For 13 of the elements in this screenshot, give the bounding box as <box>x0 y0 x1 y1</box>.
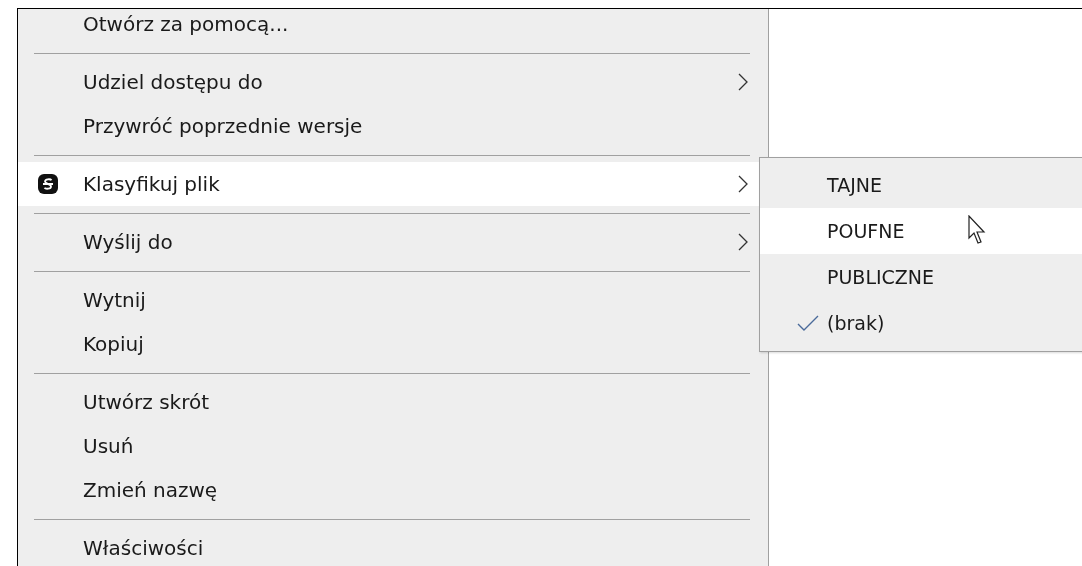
cursor-icon <box>968 215 988 245</box>
menu-item[interactable]: Utwórz skrót <box>18 380 768 424</box>
menu-item[interactable]: Właściwości <box>18 526 768 566</box>
chevron-icon <box>738 233 748 251</box>
menu-item[interactable]: Usuń <box>18 424 768 468</box>
menu-item[interactable]: Przywróć poprzednie wersje <box>18 104 768 148</box>
menu-item[interactable]: Zmień nazwę <box>18 468 768 512</box>
chevron-icon <box>738 73 748 91</box>
chevron-icon <box>738 175 748 193</box>
submenu-item[interactable]: (brak) <box>760 300 1082 346</box>
menu-item[interactable]: Otwórz za pomocą... <box>18 9 768 46</box>
submenu-item[interactable]: POUFNE <box>760 208 1082 254</box>
menu-item[interactable]: Udziel dostępu do <box>18 60 768 104</box>
